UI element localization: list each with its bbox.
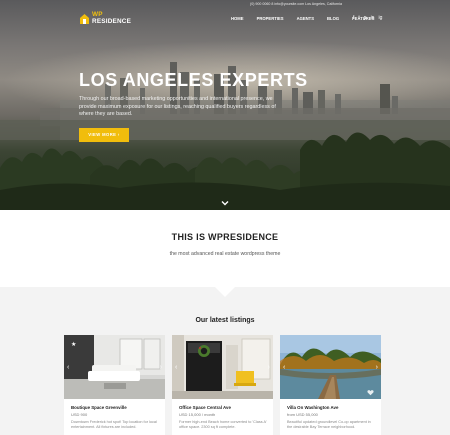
section-divider-notch [215,287,235,297]
hero-title: LOS ANGELES EXPERTS [79,70,308,90]
listing-title[interactable]: Office Space Central Ave [179,405,231,410]
chevron-left-icon[interactable]: ‹ [67,364,69,371]
hero-section: WP RESIDENCE (0) 900 0060 8 info@yoursit… [0,0,450,210]
twitter-icon[interactable]: t [358,15,359,21]
listing-title[interactable]: Boutique Space Greenville [71,405,127,410]
living-room-photo [64,335,165,399]
view-more-button[interactable]: VIEW MORE › [79,128,129,142]
chevron-right-icon[interactable]: › [268,364,270,371]
listing-price: from USD 55,000 [287,412,318,417]
logo-text: WP RESIDENCE [92,11,132,25]
intro-subtitle: the most advanced real estate wordpress … [169,251,281,257]
intro-title: THIS IS WPRESIDENCE [171,232,279,242]
listing-image[interactable]: ‹ › [172,335,273,399]
star-icon: ★ [71,342,77,348]
listing-image[interactable]: ‹ › ★ [64,335,165,399]
intro-section [0,210,450,287]
linkedin-icon[interactable]: in [371,15,375,21]
chevron-down-icon[interactable] [221,199,229,207]
instagram-icon[interactable]: ig [378,15,382,21]
chevron-left-icon[interactable]: ‹ [283,364,285,371]
facebook-icon[interactable]: f [353,15,354,21]
listing-card[interactable]: ‹ › ★ Boutique Space Greenville USD 900 … [64,335,165,435]
nav-item-properties[interactable]: PROPERTIES [257,16,284,21]
lake-dock-photo [280,335,381,399]
pinterest-icon[interactable]: p [364,15,367,21]
listing-description: Downtown Frederick hot spot! Top locatio… [71,420,157,430]
chevron-right-icon[interactable]: › [376,364,378,371]
view-more-label: VIEW MORE [88,132,117,137]
listing-description: Beautiful updated groundlevel Co-op apar… [287,420,371,430]
listing-price: USD 15,000 / month [179,412,216,417]
listing-price: USD 900 [71,412,88,417]
social-links: f t p in ig [353,15,386,21]
nav-item-agents[interactable]: AGENTS [297,16,314,21]
chevron-right-icon[interactable]: › [160,364,162,371]
listing-image[interactable]: ‹ › [280,335,381,399]
chevron-left-icon[interactable]: ‹ [175,364,177,371]
site-logo[interactable]: WP RESIDENCE [80,11,132,25]
header-contact-info: (0) 900 0060 8 info@yoursite.com Los Ang… [250,2,342,6]
listing-card[interactable]: ‹ › Office Space Central Ave USD 15,000 … [172,335,273,435]
nav-item-home[interactable]: HOME [231,16,244,21]
nav-item-blog[interactable]: BLOG [327,16,339,21]
heart-icon[interactable] [367,389,374,396]
logo-mark-icon [80,14,89,24]
listings-title: Our latest listings [195,317,255,324]
listing-title[interactable]: Villa On Washington Ave [287,405,338,410]
listing-description: Former high-end Beach home converted to … [179,420,267,430]
site-header: WP RESIDENCE (0) 900 0060 8 info@yoursit… [0,0,450,36]
logo-line-2: RESIDENCE [92,17,132,25]
listing-card[interactable]: ‹ › Villa On Washington Ave from USD 55,… [280,335,381,435]
chevron-right-icon: › [117,132,120,137]
front-door-photo [172,335,273,399]
hero-description: Through our broad-based marketing opport… [79,96,276,118]
